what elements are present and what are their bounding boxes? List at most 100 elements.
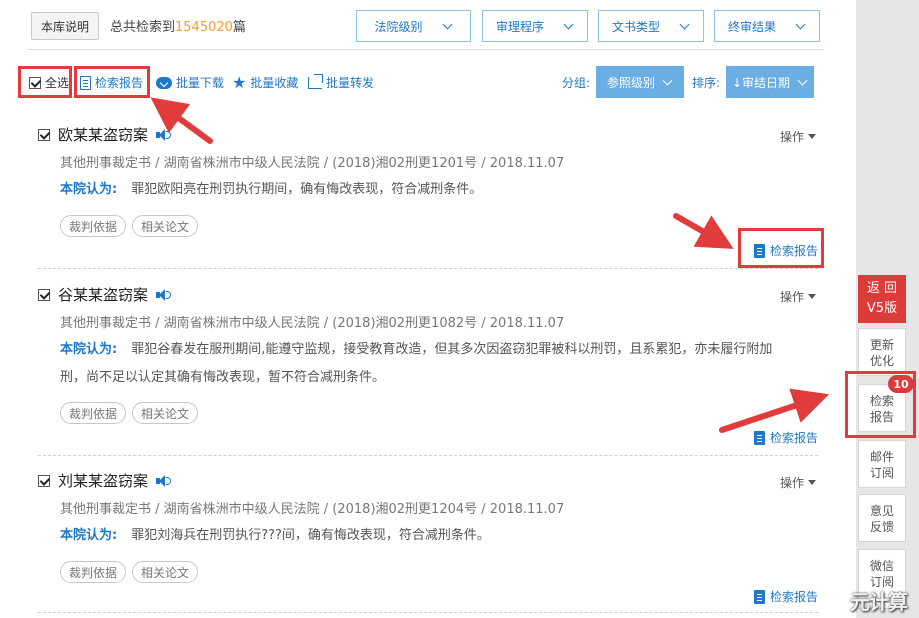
chevron-down-icon <box>680 21 690 31</box>
tag-papers[interactable]: 相关论文 <box>132 215 199 237</box>
speaker-icon[interactable] <box>156 288 172 301</box>
speaker-icon[interactable] <box>156 128 172 141</box>
batch-download-label: 批量下载 <box>176 76 225 90</box>
tag-list: 裁判依据 相关论文 <box>60 215 199 237</box>
holding-label: 本院认为: <box>60 342 118 357</box>
tag-list: 裁判依据 相关论文 <box>60 402 199 424</box>
document-icon <box>753 430 765 445</box>
top-bar: 本库说明 总共检索到1545020篇 法院级别 审理程序 文书类型 终审结果 <box>28 10 828 42</box>
holding-label: 本院认为: <box>60 528 118 543</box>
result-title[interactable]: 刘某某盗窃案 <box>38 470 172 491</box>
filter-document-type[interactable]: 文书类型 <box>598 10 704 42</box>
divider <box>28 49 824 50</box>
feedback-line1: 意见 <box>869 504 894 518</box>
filter-final-result[interactable]: 终审结果 <box>714 10 820 42</box>
cloud-download-icon <box>156 76 172 89</box>
group-dropdown[interactable]: 参照级别 <box>596 66 684 98</box>
item-report-button[interactable]: 检索报告 <box>753 429 818 446</box>
batch-download-button[interactable]: 批量下载 <box>156 74 224 91</box>
result-item: 刘某某盗窃案 操作 其他刑事裁定书 / 湖南省株洲市中级人民法院 / (2018… <box>38 470 818 610</box>
chevron-down-icon <box>796 21 806 31</box>
checkbox-checked-icon[interactable] <box>38 474 50 487</box>
tag-basis[interactable]: 裁判依据 <box>60 215 127 237</box>
separator <box>38 612 818 613</box>
sort-value: ↓审结日期 <box>731 75 791 90</box>
operation-menu[interactable]: 操作 <box>780 288 816 305</box>
library-info-button[interactable]: 本库说明 <box>31 12 99 40</box>
filter-label: 文书类型 <box>611 19 660 34</box>
total-suffix: 篇 <box>232 20 246 35</box>
group-label: 分组: <box>562 76 591 90</box>
filter-label: 审理程序 <box>495 19 544 34</box>
return-v5-button[interactable]: 返 回 V5版 <box>858 275 906 323</box>
chevron-down-icon <box>443 21 453 31</box>
filter-label: 终审结果 <box>727 19 776 34</box>
result-item: 谷某某盗窃案 操作 其他刑事裁定书 / 湖南省株洲市中级人民法院 / (2018… <box>38 284 818 446</box>
filter-label: 法院级别 <box>374 19 423 34</box>
checkbox-checked-icon[interactable] <box>38 128 50 141</box>
batch-toolbar: 全选 检索报告 批量下载 ★ 批量收藏 批量转发 分组: 参照级别 排序: ↓审… <box>18 66 818 98</box>
report-count-badge: 10 <box>888 375 914 393</box>
batch-favorite-label: 批量收藏 <box>250 76 299 90</box>
total-results: 总共检索到1545020篇 <box>110 16 246 35</box>
select-all-label: 全选 <box>45 76 70 90</box>
item-report-label: 检索报告 <box>769 590 818 604</box>
holding-text: 罪犯谷春发在服刑期间,能遵守监规，接受教育改造，但其多次因盗窃犯罪被科以刑罚，且… <box>60 342 773 385</box>
sort-dropdown[interactable]: ↓审结日期 <box>726 66 814 98</box>
result-title[interactable]: 谷某某盗窃案 <box>38 284 172 305</box>
tag-basis[interactable]: 裁判依据 <box>60 402 127 424</box>
item-report-label: 检索报告 <box>769 244 818 258</box>
caret-down-icon <box>808 480 816 485</box>
mail-line2: 订阅 <box>869 466 894 480</box>
case-holding: 本院认为: 罪犯谷春发在服刑期间,能遵守监规，接受教育改造，但其多次因盗窃犯罪被科… <box>60 336 790 392</box>
filter-trial-procedure[interactable]: 审理程序 <box>482 10 588 42</box>
separator <box>38 455 818 456</box>
operation-label: 操作 <box>779 290 804 304</box>
case-title[interactable]: 谷某某盗窃案 <box>58 284 148 305</box>
item-report-button[interactable]: 检索报告 <box>753 588 818 605</box>
batch-forward-button[interactable]: 批量转发 <box>308 73 375 91</box>
operation-menu[interactable]: 操作 <box>780 474 816 491</box>
tag-papers[interactable]: 相关论文 <box>132 402 199 424</box>
result-title[interactable]: 欧某某盗窃案 <box>38 124 172 145</box>
tag-basis[interactable]: 裁判依据 <box>60 561 127 583</box>
checkbox-checked-icon <box>29 76 41 89</box>
speaker-icon[interactable] <box>156 474 172 487</box>
result-item: 欧某某盗窃案 操作 其他刑事裁定书 / 湖南省株洲市中级人民法院 / (2018… <box>38 124 824 268</box>
operation-menu[interactable]: 操作 <box>780 128 816 145</box>
checkbox-checked-icon[interactable] <box>38 288 50 301</box>
select-all-checkbox[interactable]: 全选 <box>29 74 69 91</box>
document-icon <box>753 589 765 604</box>
document-icon <box>80 75 91 90</box>
update-line1: 更新 <box>869 338 894 352</box>
return-v5-line1: 返 回 <box>866 281 898 296</box>
item-report-button[interactable]: 检索报告 <box>753 242 818 259</box>
mail-line1: 邮件 <box>869 450 894 464</box>
case-meta: 其他刑事裁定书 / 湖南省株洲市中级人民法院 / (2018)湘02刑更1082… <box>60 316 565 331</box>
mail-subscribe-button[interactable]: 邮件 订阅 <box>858 440 906 488</box>
total-prefix: 总共检索到 <box>110 20 176 35</box>
batch-favorite-button[interactable]: ★ 批量收藏 <box>232 74 298 91</box>
caret-down-icon <box>808 134 816 139</box>
feedback-line2: 反馈 <box>869 520 894 534</box>
item-report-label: 检索报告 <box>769 431 818 445</box>
case-holding: 本院认为: 罪犯欧阳亮在刑罚执行期间，确有悔改表现，符合减刑条件。 <box>60 176 790 204</box>
report-button[interactable]: 检索报告 <box>80 74 143 91</box>
operation-label: 操作 <box>779 476 804 490</box>
tag-papers[interactable]: 相关论文 <box>132 561 199 583</box>
chevron-down-icon <box>663 77 673 87</box>
case-title[interactable]: 刘某某盗窃案 <box>58 470 148 491</box>
holding-text: 罪犯刘海兵在刑罚执行???间，确有悔改表现，符合减刑条件。 <box>131 528 490 543</box>
holding-label: 本院认为: <box>60 182 118 197</box>
case-holding: 本院认为: 罪犯刘海兵在刑罚执行???间，确有悔改表现，符合减刑条件。 <box>60 522 790 550</box>
filter-court-level[interactable]: 法院级别 <box>356 10 471 42</box>
case-title[interactable]: 欧某某盗窃案 <box>58 124 148 145</box>
batch-forward-label: 批量转发 <box>326 76 375 90</box>
report-label: 检索报告 <box>95 76 144 90</box>
holding-text: 罪犯欧阳亮在刑罚执行期间，确有悔改表现，符合减刑条件。 <box>131 182 483 197</box>
share-icon <box>308 73 323 89</box>
update-optimize-button[interactable]: 更新 优化 <box>858 328 906 376</box>
caret-down-icon <box>808 294 816 299</box>
update-line2: 优化 <box>869 354 894 368</box>
feedback-button[interactable]: 意见 反馈 <box>858 494 906 542</box>
